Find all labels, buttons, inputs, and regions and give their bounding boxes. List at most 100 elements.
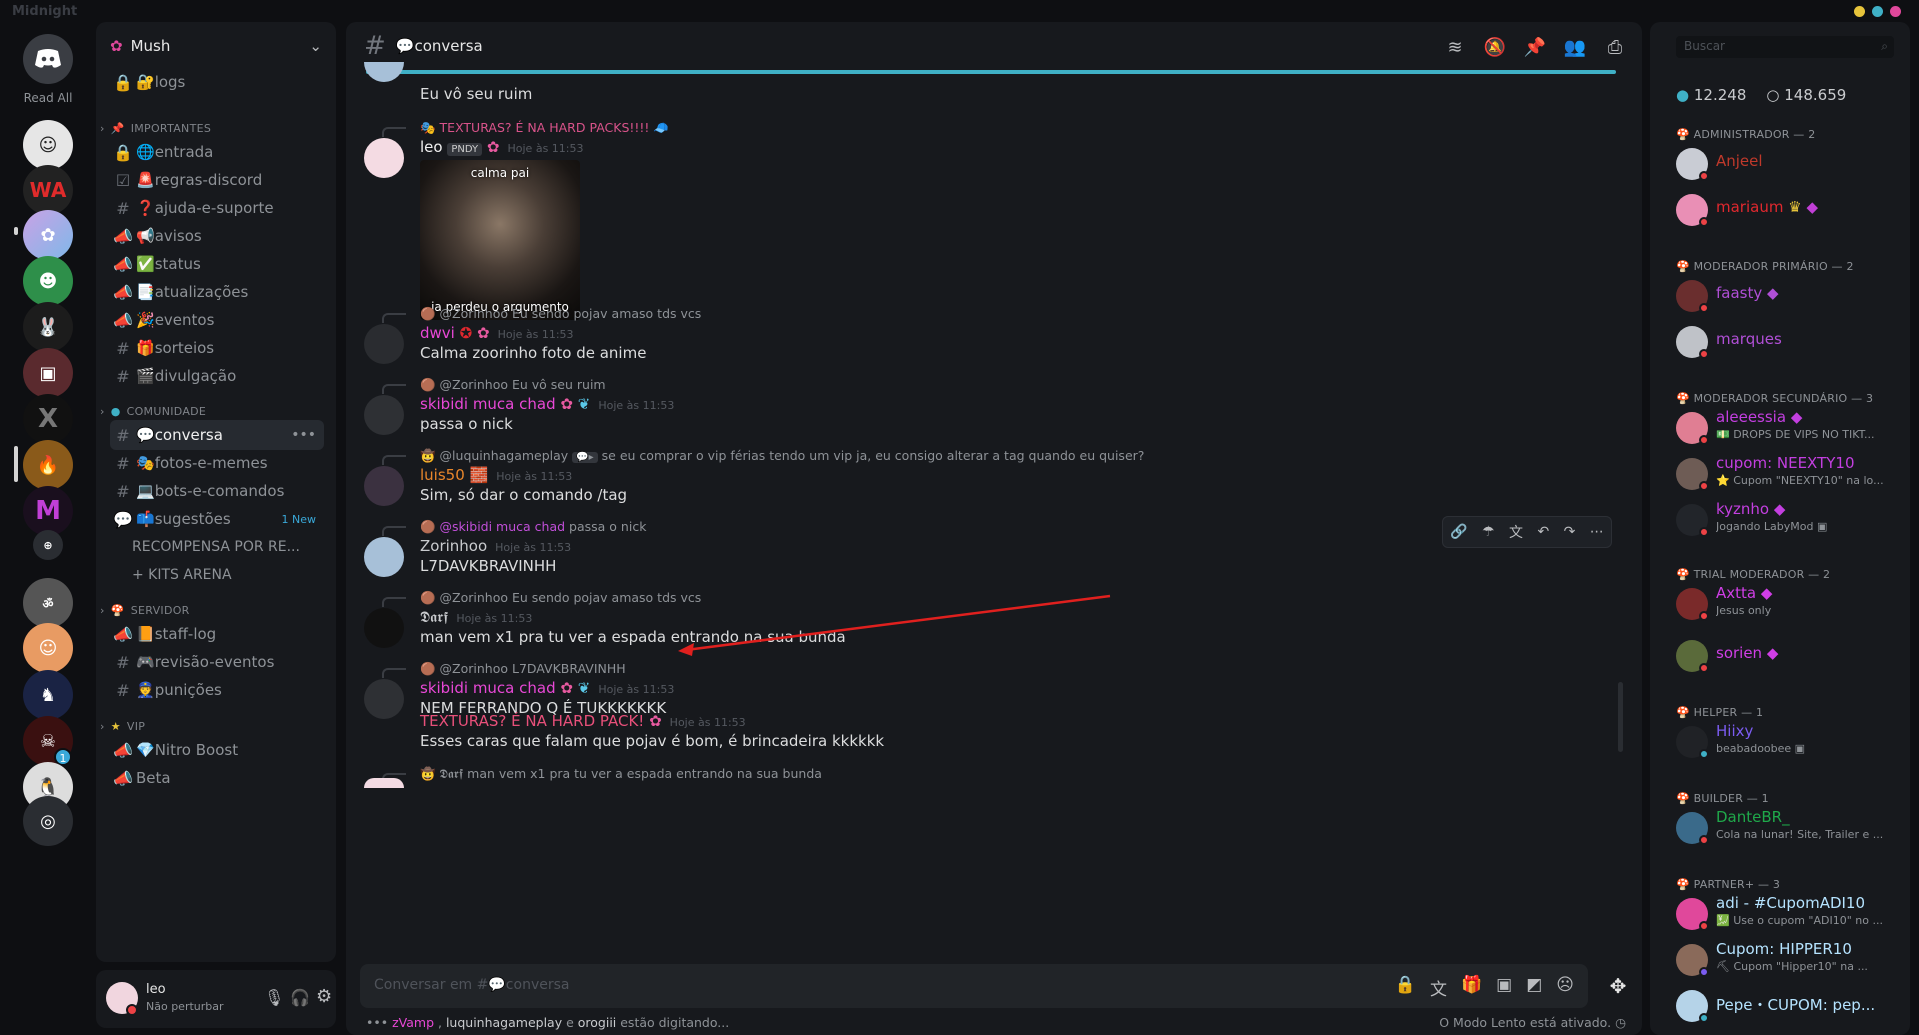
member-item[interactable]: faasty ◆: [1676, 276, 1906, 316]
member-item[interactable]: kyznho ◆ Jogando LabyMod ▣: [1676, 500, 1906, 540]
channel-entrada[interactable]: 🔒 🌐 entrada: [110, 137, 324, 167]
server-avatar-9[interactable]: M: [23, 486, 73, 536]
more-icon[interactable]: ⋯: [1590, 524, 1604, 540]
channel-logs[interactable]: 🔒 🔐 logs: [110, 67, 324, 97]
server-avatar-6[interactable]: ▣: [23, 348, 73, 398]
reply-preview[interactable]: 🟤 @skibidi muca chad passa o nick: [420, 519, 646, 535]
channel-sugestoes[interactable]: 💬 📫 sugestões 1 New: [110, 504, 324, 534]
server-folder[interactable]: ⊕: [33, 530, 63, 560]
channel-nitro-boost[interactable]: 📣 💎 Nitro Boost: [110, 735, 324, 765]
discord-home-icon[interactable]: [23, 34, 73, 84]
member-item[interactable]: aleeessia ◆ 💵 DROPS DE VIPS NO TIKT...: [1676, 408, 1906, 448]
channel-punicoes[interactable]: # 👮 punições: [110, 675, 324, 705]
channel-fotos-e-memes[interactable]: # 🎭 fotos-e-memes: [110, 448, 324, 478]
category-comunidade[interactable]: › ● COMUNIDADE: [100, 405, 206, 418]
thread-recompensa[interactable]: RECOMPENSA POR RE...: [132, 532, 324, 562]
apps-icon[interactable]: ✥: [1598, 966, 1638, 1006]
member-item[interactable]: cupom: NEEXTY10 ⭐ Cupom "NEEXTY10" na lo.…: [1676, 454, 1906, 494]
channel-revisao-eventos[interactable]: # 🎮 revisão-eventos: [110, 647, 324, 677]
guild-header[interactable]: ✿ Mush ⌄: [96, 22, 336, 70]
member-item[interactable]: Anjeel: [1676, 144, 1906, 184]
members-icon[interactable]: 👥: [1562, 34, 1588, 60]
avatar[interactable]: [364, 608, 404, 648]
message-username[interactable]: dwvi ✪ ✿ Hoje às 11:53: [420, 324, 574, 342]
avatar[interactable]: [364, 466, 404, 506]
server-avatar-3[interactable]: ✿: [23, 210, 73, 260]
message-input[interactable]: Conversar em #💬conversa 🔒 文 🎁 ▣ ◩ ☹: [360, 964, 1588, 1008]
channel-beta[interactable]: 📣 Beta: [110, 763, 324, 793]
message-username[interactable]: TEXTURAS? É NA HARD PACK! ✿ Hoje às 11:53: [420, 712, 746, 730]
server-avatar-10[interactable]: ॐ: [23, 578, 73, 628]
channel-status[interactable]: 📣 ✅ status: [110, 249, 324, 279]
server-avatar-12[interactable]: ♞: [23, 670, 73, 720]
message-username[interactable]: luis50 🧱 Hoje às 11:53: [420, 466, 572, 484]
member-item[interactable]: marques: [1676, 322, 1906, 362]
channel-staff-log[interactable]: 📣 📙 staff-log: [110, 619, 324, 649]
mute-bell-icon[interactable]: 🔕: [1482, 34, 1508, 60]
avatar[interactable]: [364, 679, 404, 719]
sticker-icon[interactable]: ◩: [1526, 975, 1542, 1000]
gif-icon[interactable]: ▣: [1496, 975, 1512, 1000]
reply-icon[interactable]: ↶: [1537, 524, 1549, 540]
reply-preview[interactable]: 🟤 @Zorinhoo L7DAVKBRAVINHH: [420, 661, 626, 677]
channel-atualizacoes[interactable]: 📣 📑 atualizações: [110, 277, 324, 307]
reply-preview[interactable]: 🎭 TEXTURAS? É NA HARD PACKS!!!! 🧢: [420, 120, 669, 136]
member-item[interactable]: Cupom: HIPPER10 ⛏ Cupom "Hipper10" na ...: [1676, 940, 1906, 980]
message-username[interactable]: skibidi muca chad ✿ ❦ Hoje às 11:53: [420, 679, 674, 697]
translate-icon[interactable]: 文: [1430, 975, 1447, 1000]
meme-image[interactable]: calma pai ja perdeu o argumento: [420, 160, 580, 320]
avatar[interactable]: [364, 324, 404, 364]
reply-preview[interactable]: 🟤 @Zorinhoo Eu sendo pojav amaso tds vcs: [420, 306, 701, 322]
category-vip[interactable]: › ★ VIP: [100, 720, 145, 733]
message-username[interactable]: 𝕯𝖆𝖗𝖋 Hoje às 11:53: [420, 608, 532, 626]
microphone-icon[interactable]: 🎙: [264, 988, 284, 1007]
thread-kits-arena[interactable]: + KITS ARENA: [132, 560, 324, 590]
threads-icon[interactable]: ≋: [1442, 34, 1468, 60]
category-servidor[interactable]: › 🍄 SERVIDOR: [100, 604, 190, 617]
gear-icon[interactable]: ⚙: [316, 986, 332, 1007]
member-item[interactable]: Hiixy beabadoobee ▣: [1676, 722, 1906, 762]
member-item[interactable]: sorien ◆: [1676, 636, 1906, 676]
server-avatar-4[interactable]: ☻: [23, 256, 73, 306]
server-avatar-2[interactable]: WA: [23, 165, 73, 215]
channel-regras-discord[interactable]: ☑ 🚨 regras-discord: [110, 165, 324, 195]
server-avatar-mush[interactable]: 🔥: [23, 440, 73, 490]
server-avatar-5[interactable]: 🐰: [23, 302, 73, 352]
headphones-icon[interactable]: 🎧: [290, 988, 310, 1007]
scrollbar[interactable]: [1618, 682, 1623, 752]
link-icon[interactable]: 🔗: [1450, 524, 1467, 540]
chevron-down-icon[interactable]: ⌄: [309, 37, 322, 55]
channel-divulgacao[interactable]: # 🎬 divulgação: [110, 361, 324, 391]
lock-icon[interactable]: 🔒: [1395, 975, 1416, 1000]
member-item[interactable]: Pepe・CUPOM: pep...: [1676, 986, 1906, 1026]
server-avatar-1[interactable]: ☺: [23, 120, 73, 170]
maximize-button[interactable]: [1872, 6, 1883, 17]
member-item[interactable]: mariaum ♛ ◆: [1676, 190, 1906, 230]
avatar[interactable]: [364, 138, 404, 178]
server-avatar-7[interactable]: X: [23, 394, 73, 444]
channel-bots-e-comandos[interactable]: # 💻 bots-e-comandos: [110, 476, 324, 506]
inbox-icon[interactable]: ⎙: [1602, 34, 1628, 60]
read-all-label[interactable]: Read All: [10, 91, 86, 105]
minimize-button[interactable]: [1854, 6, 1865, 17]
channel-ajuda-e-suporte[interactable]: # ❓ ajuda-e-suporte: [110, 193, 324, 223]
member-item[interactable]: DanteBR_ Cola na lunar! Site, Trailer e .…: [1676, 808, 1906, 848]
member-item[interactable]: Axtta ◆ Jesus only: [1676, 584, 1906, 624]
explore-icon[interactable]: ◎: [23, 796, 73, 846]
pin-icon[interactable]: 📌: [1522, 34, 1548, 60]
category-importantes[interactable]: › 📌 IMPORTANTES: [100, 122, 211, 135]
reply-preview[interactable]: 🤠 @luquinhagameplay 💬▸ se eu comprar o v…: [420, 448, 1144, 464]
gift-icon[interactable]: 🎁: [1461, 975, 1482, 1000]
reply-preview[interactable]: 🤠 𝕯𝖆𝖗𝖋 man vem x1 pra tu ver a espada en…: [420, 766, 822, 782]
reply-preview[interactable]: 🟤 @Zorinhoo Eu vô seu ruim: [420, 377, 606, 393]
avatar[interactable]: [364, 395, 404, 435]
server-avatar-11[interactable]: ☺: [23, 623, 73, 673]
avatar[interactable]: [364, 537, 404, 577]
channel-conversa[interactable]: # 💬 conversa •••: [110, 420, 324, 450]
message-username[interactable]: leo PNDY ✿ Hoje às 11:53: [420, 138, 584, 156]
channel-avisos[interactable]: 📣 📢 avisos: [110, 221, 324, 251]
search-input[interactable]: Buscar ⌕: [1676, 36, 1894, 58]
more-icon[interactable]: •••: [291, 427, 316, 443]
emoji-icon[interactable]: ☹: [1556, 975, 1574, 1000]
thread-icon[interactable]: ☂: [1482, 524, 1495, 540]
